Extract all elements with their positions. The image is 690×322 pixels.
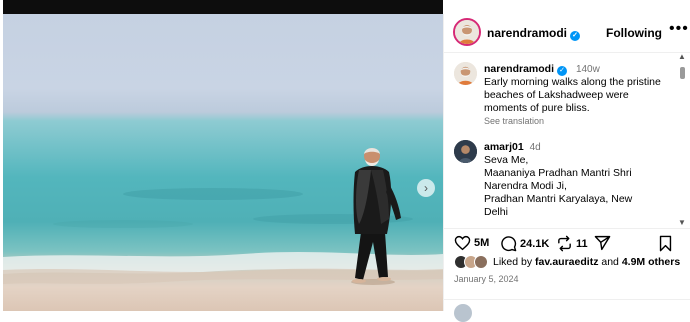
top-dark-bar bbox=[3, 0, 443, 14]
comment-age[interactable]: 4d bbox=[530, 142, 541, 153]
author-avatar[interactable] bbox=[453, 18, 481, 46]
bookmark-icon bbox=[659, 235, 672, 252]
comment-line: Maananiya Pradhan Mantri Shri bbox=[484, 167, 632, 179]
author-username[interactable]: narendramodi ✓ bbox=[487, 26, 581, 41]
avatar-portrait bbox=[454, 140, 477, 163]
comment-bubble-icon bbox=[501, 236, 517, 252]
current-user-avatar bbox=[454, 304, 472, 322]
scroll-down-arrow-icon[interactable]: ▼ bbox=[678, 218, 686, 227]
comment-username[interactable]: amarj01 bbox=[484, 141, 524, 153]
caption-username[interactable]: narendramodi bbox=[484, 63, 554, 75]
verified-badge-icon: ✓ bbox=[570, 31, 581, 41]
liked-by-user[interactable]: fav.auraeditz bbox=[535, 256, 598, 268]
reposts-count: 11 bbox=[576, 237, 588, 250]
comment-button[interactable]: 24.1K bbox=[500, 235, 549, 252]
paper-plane-icon bbox=[594, 235, 611, 251]
scrollbar-thumb[interactable] bbox=[680, 67, 685, 79]
comments-count: 24.1K bbox=[520, 237, 550, 250]
save-button[interactable] bbox=[658, 235, 676, 252]
liked-by-suffix: and bbox=[601, 256, 619, 268]
verified-badge-icon: ✓ bbox=[557, 66, 568, 76]
caption-block: narendramodi ✓ 140w Early morning walks a… bbox=[484, 63, 661, 128]
commenter-avatar[interactable] bbox=[454, 140, 477, 163]
liked-by-prefix: Liked by bbox=[493, 256, 533, 268]
comment-line: Narendra Modi Ji, bbox=[484, 180, 567, 192]
post-side-panel: narendramodi ✓ Following ••• narendramodi… bbox=[443, 14, 690, 322]
comments-list[interactable]: narendramodi ✓ 140w Early morning walks a… bbox=[444, 52, 690, 228]
beach-scene bbox=[3, 148, 443, 285]
post-header: narendramodi ✓ Following ••• bbox=[444, 14, 690, 53]
caption-line: moments of pure bliss. bbox=[484, 102, 590, 114]
caption-age[interactable]: 140w bbox=[576, 64, 600, 75]
like-button[interactable]: 5M bbox=[454, 235, 489, 251]
liked-by-row: Liked by fav.auraeditz and 4.9M others bbox=[454, 255, 680, 269]
repost-icon bbox=[558, 235, 571, 252]
caption-line: beaches of Lakshadweep were bbox=[484, 89, 629, 101]
comment-line: Seva Me, bbox=[484, 154, 529, 166]
avatar-portrait bbox=[455, 20, 479, 44]
comment-block: amarj01 4d Seva Me, Maananiya Pradhan Ma… bbox=[484, 141, 632, 219]
caption-avatar[interactable] bbox=[454, 62, 477, 85]
avatar-portrait bbox=[454, 62, 477, 85]
comment-line: Delhi bbox=[484, 206, 508, 218]
liked-by-others[interactable]: 4.9M others bbox=[622, 256, 680, 268]
comment-line: Pradhan Mantri Karyalaya, New bbox=[484, 193, 633, 205]
see-translation-link[interactable]: See translation bbox=[484, 115, 661, 128]
post-date[interactable]: January 5, 2024 bbox=[454, 274, 519, 284]
add-comment-row bbox=[444, 299, 690, 322]
more-options-icon[interactable]: ••• bbox=[669, 20, 689, 38]
heart-icon bbox=[454, 235, 471, 251]
likes-count: 5M bbox=[474, 237, 490, 249]
carousel-next-button[interactable]: › bbox=[417, 179, 435, 197]
author-username-text: narendramodi bbox=[487, 26, 568, 40]
following-button[interactable]: Following bbox=[606, 26, 662, 40]
post-photo[interactable]: › bbox=[3, 14, 443, 311]
repost-button[interactable]: 11 bbox=[556, 235, 588, 252]
liker-avatar[interactable] bbox=[474, 255, 488, 269]
caption-line: Early morning walks along the pristine bbox=[484, 76, 661, 88]
chevron-right-icon: › bbox=[424, 181, 428, 195]
scroll-up-arrow-icon[interactable]: ▲ bbox=[678, 52, 686, 61]
share-button[interactable] bbox=[594, 235, 614, 251]
